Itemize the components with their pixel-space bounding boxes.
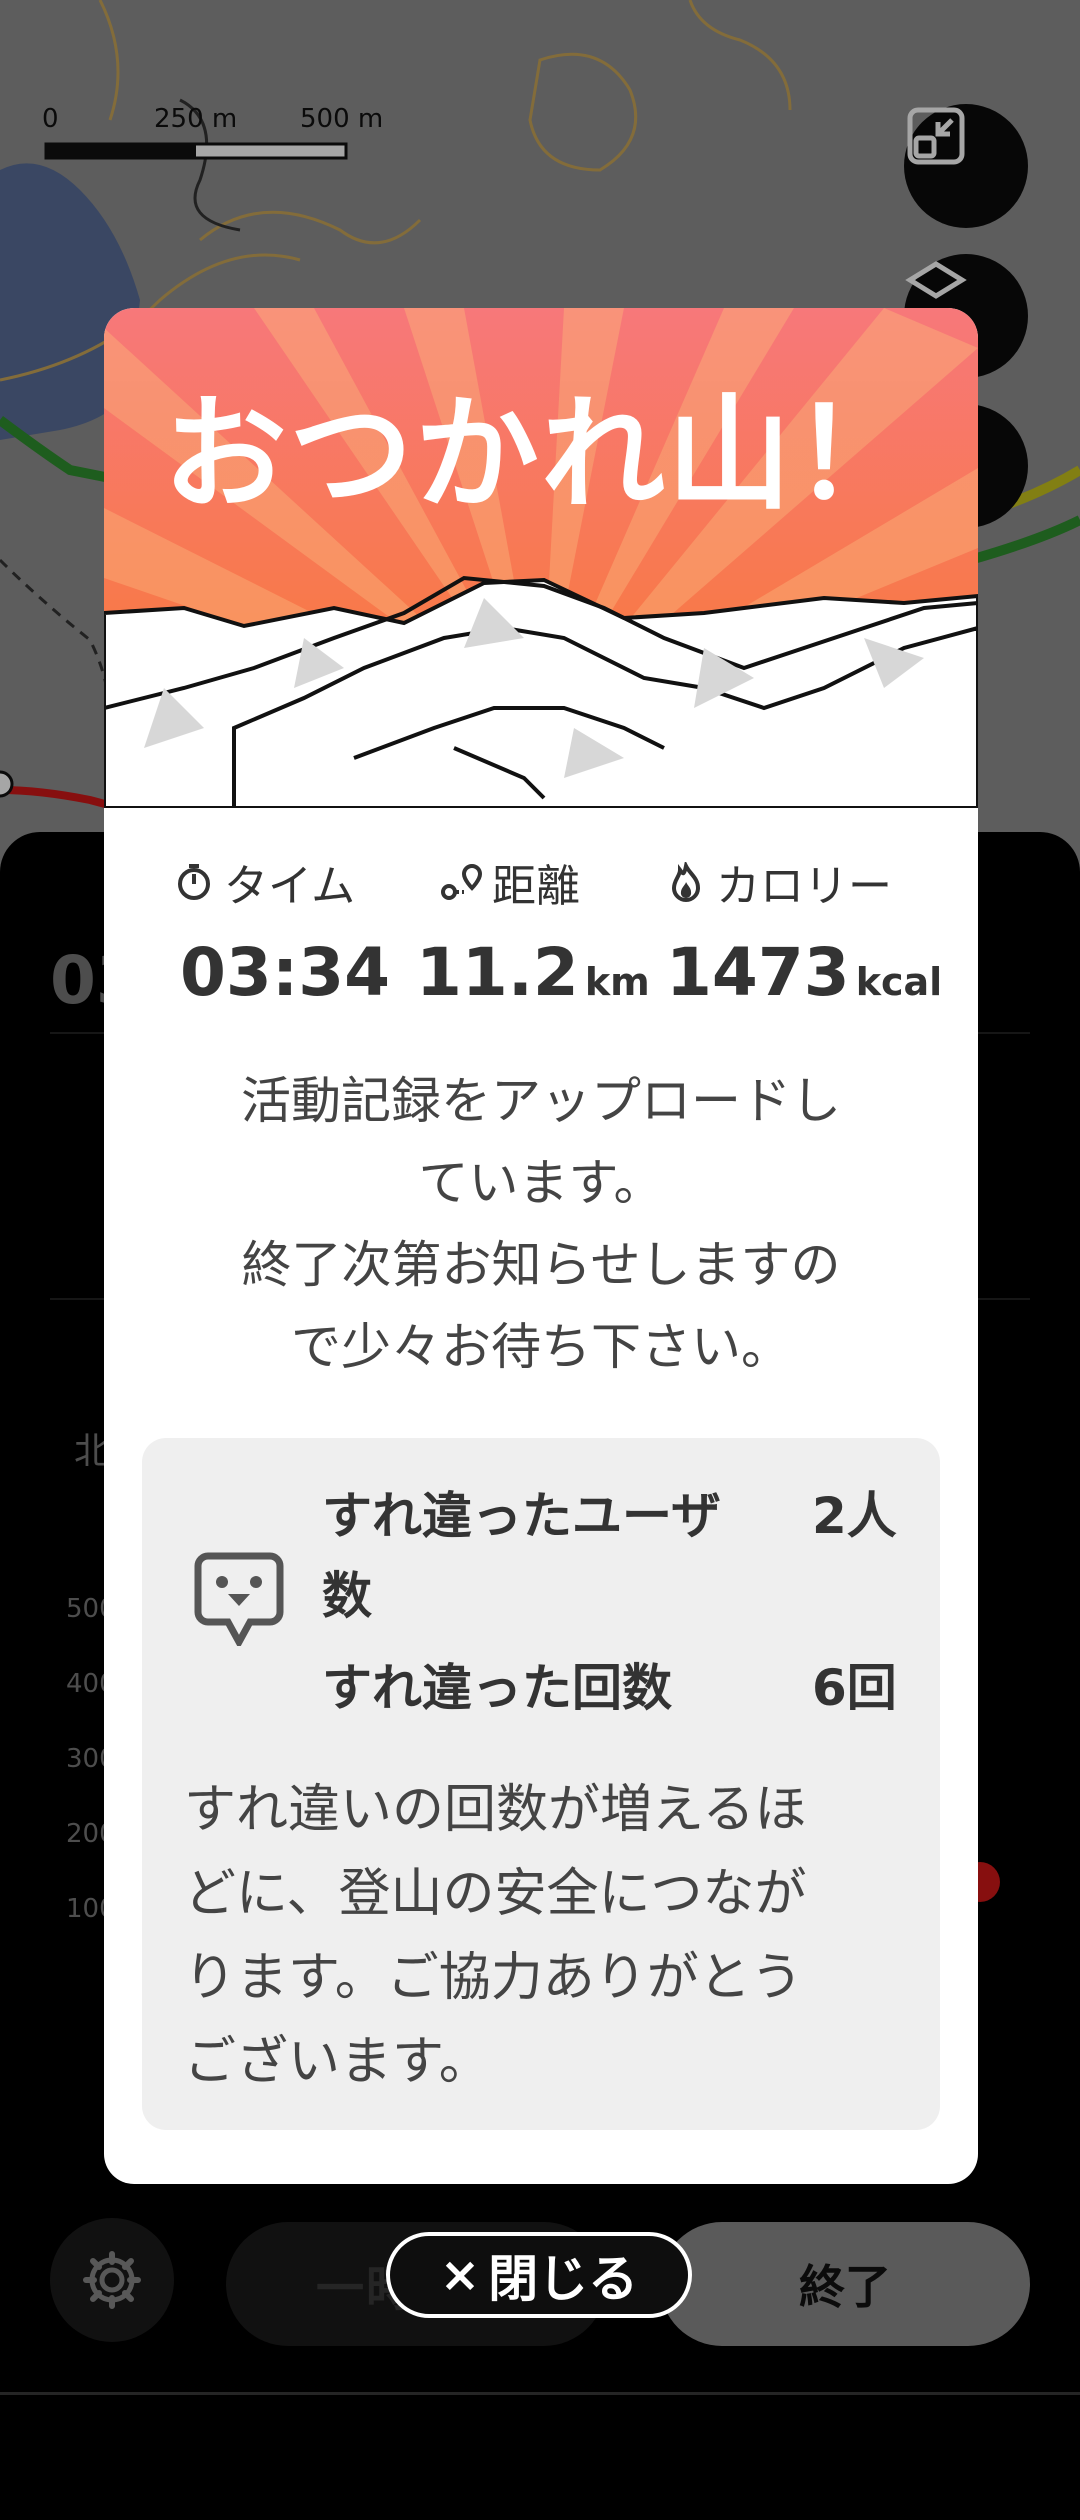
close-button[interactable]: × 閉じる	[386, 2232, 692, 2318]
explanation-line: すれ違いの回数が増えるほ	[184, 1780, 807, 1840]
close-icon: ×	[439, 2247, 481, 2303]
flame-icon	[671, 862, 701, 902]
stat-time: タイム 03:34	[174, 850, 390, 1011]
message-line: 終了次第お知らせしますの	[241, 1236, 841, 1294]
dialog-title: おつかれ山！	[162, 383, 919, 527]
passed-users-label-line: 数	[322, 1567, 372, 1625]
finish-dialog: おつかれ山！ タイム 03:34 距離 11.2 km カロリー 1473 kc…	[104, 308, 978, 2184]
distance-unit: km	[584, 960, 650, 1004]
message-line: で少々お待ち下さい。	[291, 1318, 791, 1376]
stat-calories: カロリー 1473 kcal	[666, 850, 942, 1011]
explanation-line: どに、登山の安全につなが	[184, 1864, 807, 1924]
passed-users-label-line: すれ違ったユーザ	[322, 1487, 721, 1545]
stat-distance-value: 11.2 km	[416, 934, 650, 1011]
distance-value: 11.2	[416, 934, 579, 1011]
stat-distance-label: 距離	[492, 861, 580, 912]
passed-users-label: すれ違ったユーザ 数	[322, 1476, 721, 1628]
stat-distance: 距離 11.2 km	[416, 850, 650, 1011]
calories-unit: kcal	[855, 960, 943, 1004]
calories-value: 1473	[666, 934, 850, 1011]
passing-explanation: すれ違いの回数が増えるほ どに、登山の安全につなが ります。ご協力ありがとう ご…	[184, 1768, 904, 2104]
explanation-line: ります。ご協力ありがとう	[184, 1948, 803, 2008]
passing-info-box: すれ違ったユーザ 数 2人 すれ違った回数 6回 すれ違いの回数が増えるほ どに…	[142, 1438, 940, 2130]
passed-count-label: すれ違った回数	[322, 1659, 672, 1717]
passed-count-value: 6回	[812, 1659, 897, 1717]
stat-time-label: タイム	[224, 861, 356, 912]
route-icon	[441, 863, 482, 900]
explanation-line: ございます。	[184, 2032, 491, 2092]
passing-face-icon	[194, 1552, 284, 1646]
hero-banner: おつかれ山！	[104, 308, 978, 810]
stat-calories-value: 1473 kcal	[666, 934, 942, 1011]
stat-time-value: 03:34	[180, 934, 390, 1011]
time-value: 03:34	[180, 934, 391, 1011]
stopwatch-icon	[178, 864, 210, 900]
passed-users-value: 2人	[812, 1487, 897, 1545]
close-label: 閉じる	[488, 2250, 639, 2308]
message-line: 活動記録をアップロードし	[241, 1072, 841, 1130]
message-line: ています。	[418, 1154, 664, 1212]
upload-message: 活動記録をアップロードし ています。 終了次第お知らせしますの で少々お待ち下さ…	[164, 1060, 918, 1388]
stat-calories-label: カロリー	[716, 861, 892, 912]
